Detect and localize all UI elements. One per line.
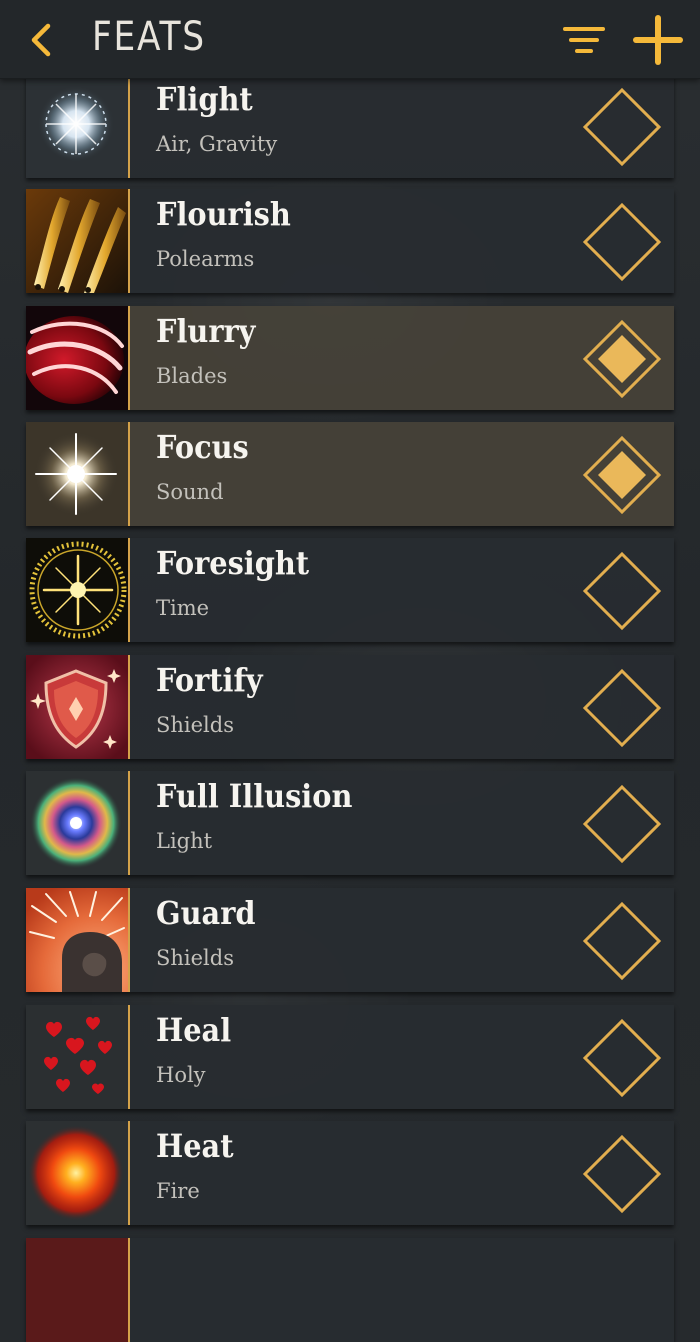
feat-name: Heal [156, 1011, 232, 1049]
row-divider [128, 422, 130, 526]
feat-row-flourish[interactable]: Flourish Polearms [26, 189, 674, 293]
feat-category: Holy [156, 1063, 206, 1087]
chevron-left-icon[interactable] [22, 18, 62, 62]
feat-name: Flourish [156, 195, 291, 233]
plus-icon[interactable] [632, 14, 684, 66]
red-hearts-icon [26, 1005, 128, 1109]
white-starburst-icon [26, 422, 128, 526]
feat-name: Flurry [156, 312, 256, 350]
feat-thumbnail [26, 1238, 128, 1342]
feat-category: Shields [156, 946, 234, 970]
row-divider [128, 888, 130, 992]
red-shield-icon [26, 655, 128, 759]
row-divider [128, 74, 130, 178]
diamond-checkbox-icon[interactable] [582, 1018, 662, 1098]
feat-row-flight[interactable]: Flight Air, Gravity [26, 74, 674, 178]
diamond-checkbox-icon[interactable] [582, 87, 662, 167]
row-divider [128, 538, 130, 642]
red-slash-icon [26, 306, 128, 410]
feat-category: Blades [156, 364, 228, 388]
golden-rune-circle-icon [26, 538, 128, 642]
diamond-checkbox-icon[interactable] [582, 1134, 662, 1214]
feat-name: Guard [156, 894, 256, 932]
feat-category: Sound [156, 480, 224, 504]
fire-orb-icon [26, 1121, 128, 1225]
feat-name: Focus [156, 428, 249, 466]
feat-row-foresight[interactable]: Foresight Time [26, 538, 674, 642]
row-divider [128, 1238, 130, 1342]
feat-name: Fortify [156, 661, 263, 699]
row-divider [128, 655, 130, 759]
feat-row-heat[interactable]: Heat Fire [26, 1121, 674, 1225]
feat-row-flurry[interactable]: Flurry Blades [26, 306, 674, 410]
feat-name: Full Illusion [156, 777, 353, 815]
diamond-checkbox-icon[interactable] [582, 202, 662, 282]
row-divider [128, 1005, 130, 1109]
white-energy-orb-icon [26, 74, 128, 178]
feat-row-heal[interactable]: Heal Holy [26, 1005, 674, 1109]
feat-row-guard[interactable]: Guard Shields [26, 888, 674, 992]
feat-row-partial[interactable] [26, 1238, 674, 1342]
diamond-checkbox-checked-icon[interactable] [582, 435, 662, 515]
feat-category: Light [156, 829, 213, 853]
feat-row-full-illusion[interactable]: Full Illusion Light [26, 771, 674, 875]
feat-category: Fire [156, 1179, 200, 1203]
arrow-barrage-icon [26, 888, 128, 992]
golden-blades-icon [26, 189, 128, 293]
diamond-checkbox-icon[interactable] [582, 784, 662, 864]
feat-name: Heat [156, 1127, 234, 1165]
row-divider [128, 189, 130, 293]
feat-category: Shields [156, 713, 234, 737]
feat-category: Air, Gravity [156, 132, 278, 156]
diamond-checkbox-checked-icon[interactable] [582, 319, 662, 399]
row-divider [128, 306, 130, 410]
rainbow-orb-icon [26, 771, 128, 875]
diamond-checkbox-icon[interactable] [582, 551, 662, 631]
row-divider [128, 1121, 130, 1225]
diamond-checkbox-icon[interactable] [582, 901, 662, 981]
feat-category: Polearms [156, 247, 255, 271]
row-divider [128, 771, 130, 875]
feat-category: Time [156, 596, 210, 620]
filter-icon[interactable] [562, 20, 606, 60]
diamond-checkbox-icon[interactable] [582, 668, 662, 748]
feat-row-fortify[interactable]: Fortify Shields [26, 655, 674, 759]
feat-name: Foresight [156, 544, 310, 582]
feat-row-focus[interactable]: Focus Sound [26, 422, 674, 526]
feat-name: Flight [156, 80, 253, 118]
feat-list[interactable]: Flight Air, Gravity Flourish Polearms Fl… [0, 0, 700, 1342]
page-title: FEATS [92, 14, 206, 60]
app-header: FEATS [0, 0, 700, 79]
